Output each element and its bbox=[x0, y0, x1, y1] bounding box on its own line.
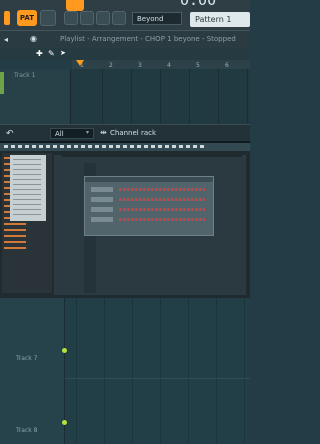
tools-bar: ✚ ✎ ➤ bbox=[0, 48, 250, 60]
inset-context-menu bbox=[10, 155, 46, 221]
playlist-title-bar: ◂ ◉ Playlist - Arrangement - CHOP 1 beyo… bbox=[0, 30, 250, 49]
menu-arrow-icon[interactable]: ◂ bbox=[4, 35, 8, 44]
add-icon[interactable]: ✚ bbox=[36, 49, 43, 58]
pattern-mode-button[interactable]: PAT bbox=[17, 10, 37, 26]
pattern-select[interactable]: Pattern 1 bbox=[190, 12, 250, 27]
track-label: Track 8 bbox=[16, 427, 38, 434]
ruler-tick: 2 bbox=[109, 62, 113, 69]
track-header[interactable] bbox=[0, 69, 71, 124]
channel-rack-icon: ⇹ bbox=[100, 128, 107, 137]
pencil-icon[interactable]: ✎ bbox=[48, 49, 55, 58]
record-button[interactable] bbox=[40, 10, 56, 26]
playlist-title: Playlist - Arrangement - CHOP 1 beyone -… bbox=[60, 35, 236, 43]
metronome-icon[interactable] bbox=[80, 11, 94, 25]
inset-channel-rack bbox=[84, 176, 214, 236]
inset-channel-rack-wrap bbox=[54, 155, 246, 295]
inset-screenshot bbox=[0, 141, 250, 300]
arrow-icon[interactable]: ➤ bbox=[60, 49, 66, 57]
playhead-marker[interactable] bbox=[76, 60, 84, 66]
track-header-bottom[interactable] bbox=[0, 298, 65, 444]
time-display: 0:00 bbox=[180, 0, 217, 9]
chevron-down-icon[interactable]: ▾ bbox=[86, 129, 89, 136]
top-toolbar: PAT Beyond 0:00 Pattern 1 bbox=[0, 0, 250, 30]
track-mute-led[interactable] bbox=[62, 348, 67, 353]
track-label: Track 1 bbox=[14, 72, 36, 79]
undo-icon[interactable]: ↶ bbox=[6, 129, 14, 139]
track-label: Track 7 bbox=[16, 355, 38, 362]
mode-select[interactable]: Beyond bbox=[132, 12, 182, 25]
ruler-tick: 5 bbox=[196, 62, 200, 69]
song-mode-button[interactable] bbox=[66, 0, 84, 11]
track-mute-led[interactable] bbox=[62, 420, 67, 425]
channel-rack-button[interactable]: Channel rack bbox=[110, 129, 156, 137]
tempo-icon[interactable] bbox=[64, 11, 78, 25]
ruler-tick: 4 bbox=[167, 62, 171, 69]
inset-toolbar bbox=[0, 143, 250, 151]
snap-icon[interactable]: ◉ bbox=[30, 34, 37, 43]
track-color-strip bbox=[0, 72, 4, 94]
typing-keyboard-icon[interactable] bbox=[96, 11, 110, 25]
bottom-bar: ↶ All ▾ ⇹ Channel rack bbox=[0, 124, 250, 142]
ruler-tick: 6 bbox=[225, 62, 229, 69]
settings-icon[interactable] bbox=[112, 11, 126, 25]
ruler-tick: 3 bbox=[138, 62, 142, 69]
stop-button[interactable] bbox=[4, 11, 10, 25]
